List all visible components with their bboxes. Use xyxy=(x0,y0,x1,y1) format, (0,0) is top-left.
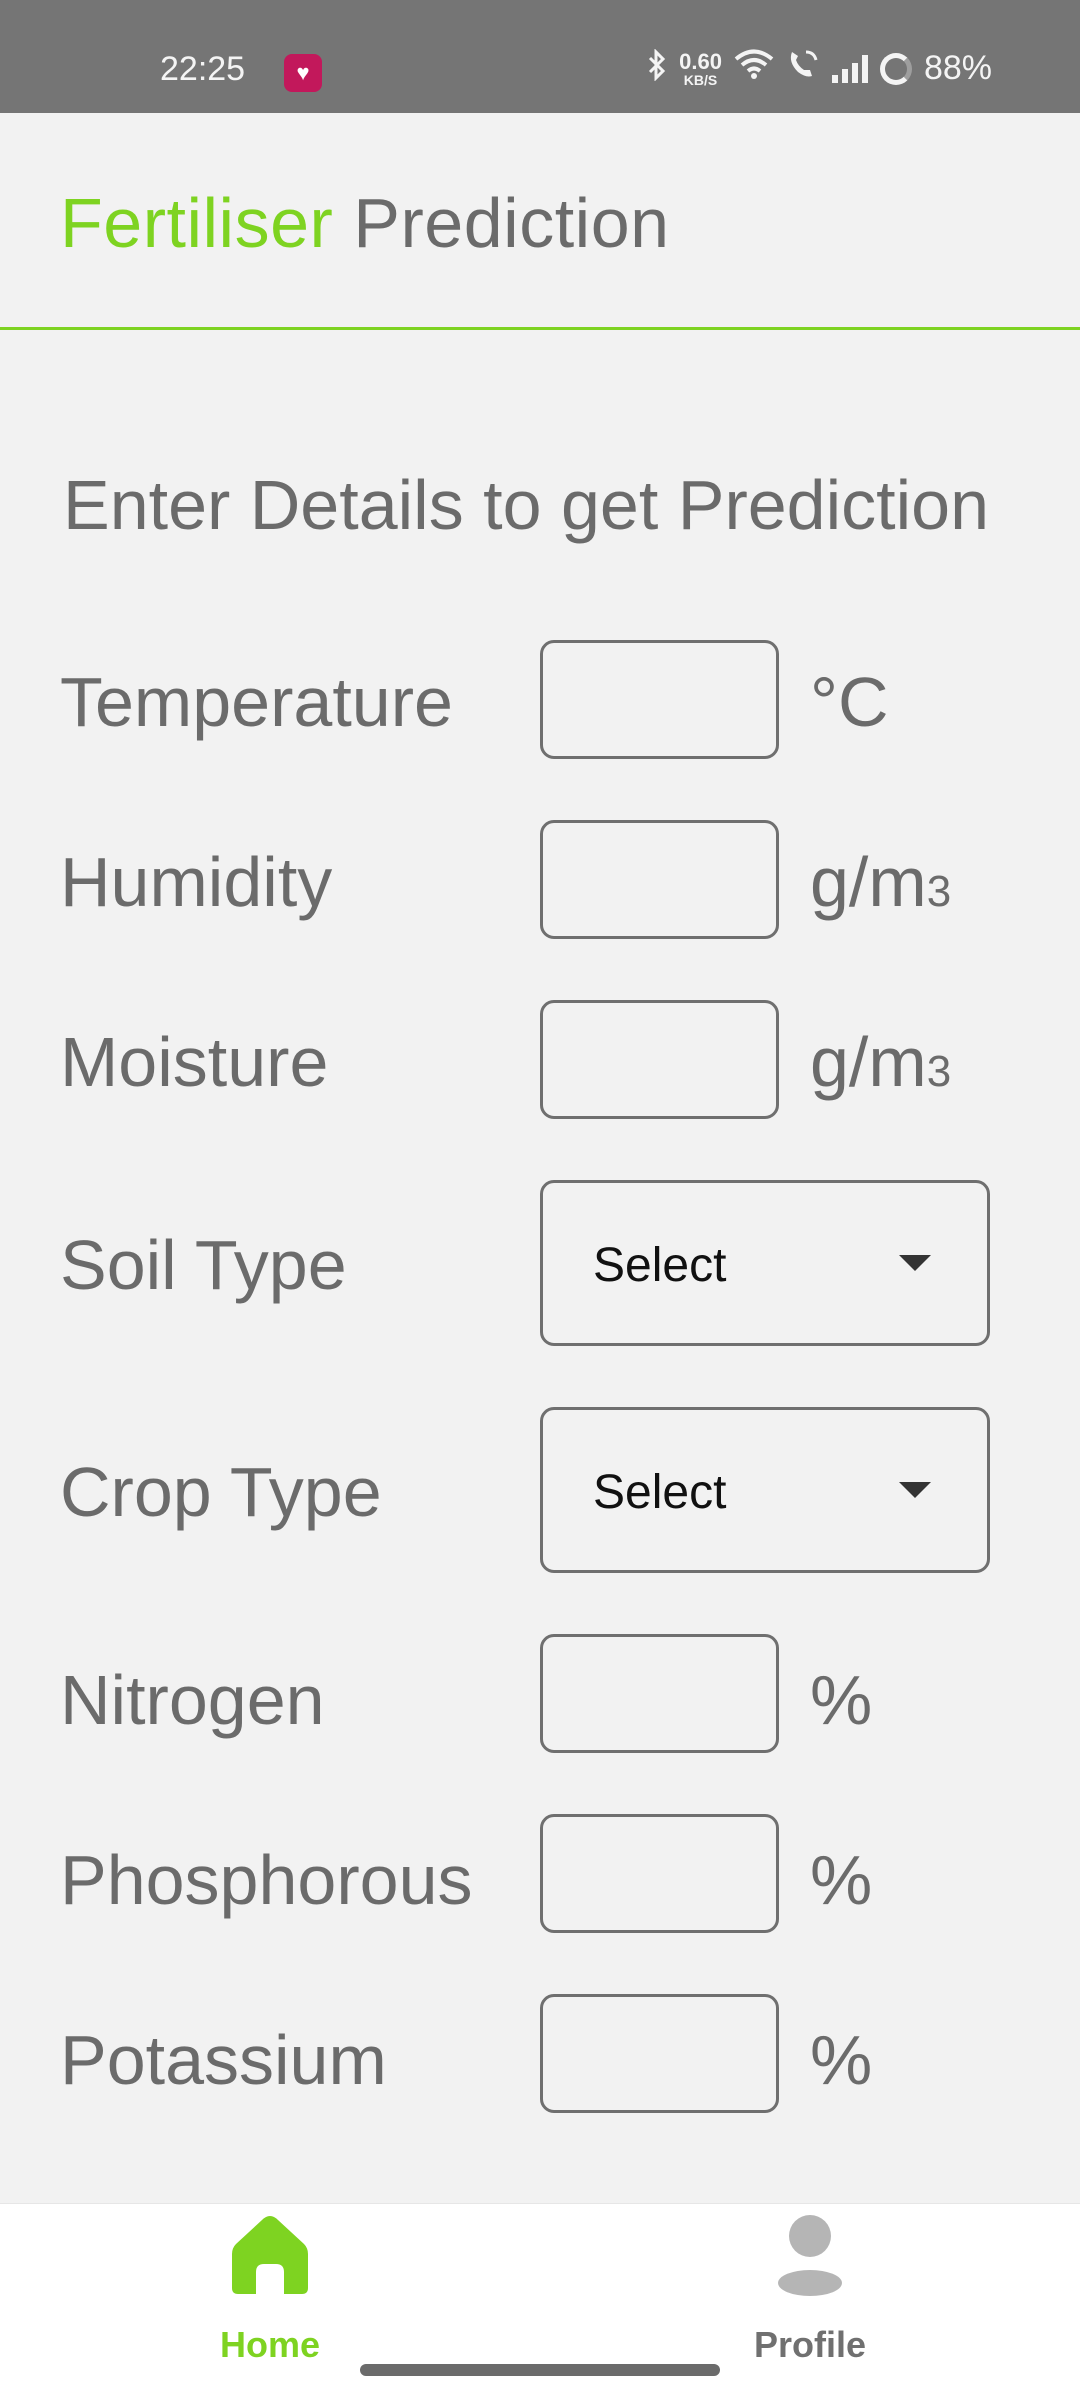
status-time: 22:25 xyxy=(160,50,246,88)
temperature-unit: °C xyxy=(810,663,889,741)
phosphorous-label: Phosphorous xyxy=(60,1841,473,1919)
potassium-label: Potassium xyxy=(60,2021,387,2099)
nav-home-label: Home xyxy=(219,2324,321,2365)
soil-type-select[interactable]: Select xyxy=(540,1180,990,1346)
soil-type-selected-value: Select xyxy=(593,1239,727,1292)
nitrogen-label: Nitrogen xyxy=(60,1661,325,1739)
status-bar: 22:25 ♥ 0.60 KB/S 88% xyxy=(0,0,1080,113)
phosphorous-input[interactable] xyxy=(540,1814,779,1933)
moisture-unit-base: g/m xyxy=(810,1023,927,1101)
caret-down-icon xyxy=(899,1482,931,1498)
moisture-input[interactable] xyxy=(540,1000,779,1119)
nitrogen-unit: % xyxy=(810,1661,873,1739)
nav-profile-label: Profile xyxy=(753,2324,867,2365)
bluetooth-icon xyxy=(647,47,667,89)
crop-type-select[interactable]: Select xyxy=(540,1407,990,1573)
profile-icon xyxy=(775,2214,845,2301)
humidity-unit: g/m3 xyxy=(810,842,951,922)
humidity-input[interactable] xyxy=(540,820,779,939)
temperature-label: Temperature xyxy=(60,663,453,741)
net-speed: 0.60 KB/S xyxy=(679,48,722,88)
humidity-label: Humidity xyxy=(60,843,333,921)
caret-down-icon xyxy=(899,1255,931,1271)
soil-type-label: Soil Type xyxy=(60,1226,347,1304)
form-heading: Enter Details to get Prediction xyxy=(63,466,990,544)
gesture-bar[interactable] xyxy=(360,2364,720,2376)
signal-icon xyxy=(831,54,868,83)
notification-app-icon: ♥ xyxy=(284,54,322,92)
crop-type-label: Crop Type xyxy=(60,1453,382,1531)
battery-percent: 88% xyxy=(923,49,992,87)
potassium-unit: % xyxy=(810,2021,873,2099)
wifi-calling-icon xyxy=(786,48,820,89)
moisture-unit-sub: 3 xyxy=(926,1047,952,1096)
page-title: Fertiliser Prediction xyxy=(60,183,670,263)
battery-icon xyxy=(879,52,912,85)
nitrogen-input[interactable] xyxy=(540,1634,779,1753)
temperature-input[interactable] xyxy=(540,640,779,759)
crop-type-selected-value: Select xyxy=(593,1466,727,1519)
humidity-unit-base: g/m xyxy=(810,843,927,921)
title-rest: Prediction xyxy=(333,184,670,262)
moisture-unit: g/m3 xyxy=(810,1022,951,1102)
wifi-icon xyxy=(734,48,774,89)
humidity-unit-sub: 3 xyxy=(926,867,952,916)
net-speed-unit: KB/S xyxy=(683,71,718,88)
moisture-label: Moisture xyxy=(60,1023,329,1101)
status-icons: 0.60 KB/S 88% xyxy=(647,47,992,89)
title-accent: Fertiliser xyxy=(60,184,334,262)
phosphorous-unit: % xyxy=(810,1841,873,1919)
home-icon xyxy=(230,2214,310,2301)
net-speed-value: 0.60 xyxy=(679,48,722,74)
potassium-input[interactable] xyxy=(540,1994,779,2113)
app-header: Fertiliser Prediction xyxy=(0,113,1080,330)
